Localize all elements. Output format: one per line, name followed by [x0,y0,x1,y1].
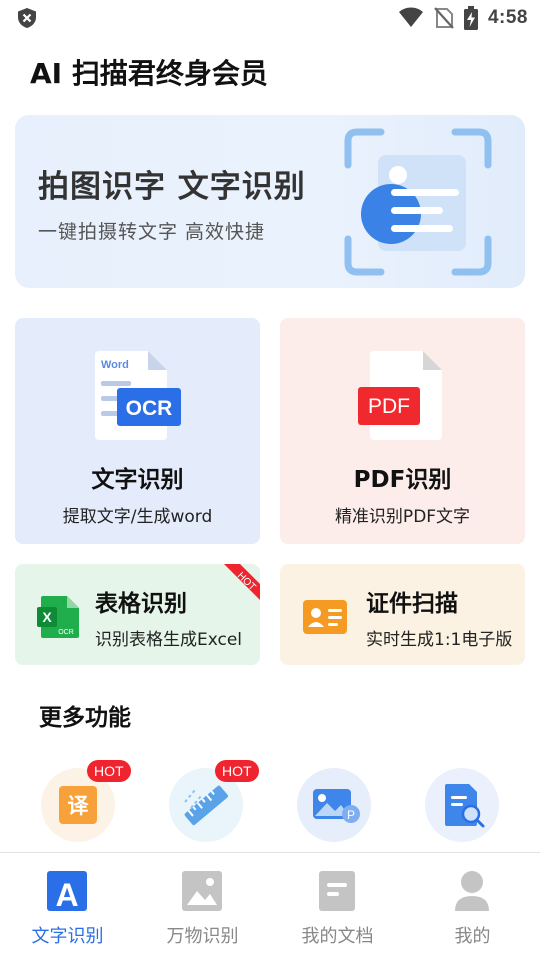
nav-item-my-documents[interactable]: 我的文档 [270,853,405,960]
table-recognition-card[interactable]: X OCR 表格识别 识别表格生成Excel HOT [15,564,260,665]
no-sim-icon [434,7,454,29]
excel-letter: X [42,609,52,625]
image-edit-glyph: P [347,808,355,822]
ocr-badge-text: OCR [126,397,173,420]
pdf-card-title: PDF识别 [353,467,452,493]
person-icon [455,871,489,911]
word-ocr-icon: Word OCR [95,351,181,440]
document-icon [319,871,355,911]
ocr-card-subtitle: 提取文字/生成word [62,507,213,527]
document-search-button[interactable] [425,768,499,842]
banner-subtitle: 一键拍摄转文字 高效快捷 [38,221,266,243]
document-search-icon [445,784,485,828]
hot-badge: HOT [87,760,131,782]
id-card-icon [303,600,347,634]
pdf-badge-text: PDF [368,395,410,418]
table-card-subtitle: 识别表格生成Excel [95,630,243,650]
id-scan-card[interactable]: 证件扫描 实时生成1:1电子版 [280,564,525,665]
page-title: AI 扫描君终身会员 [30,57,268,90]
hot-badge: HOT [215,760,259,782]
id-card-subtitle: 实时生成1:1电子版 [366,630,513,650]
pdf-file-icon: PDF [358,351,442,440]
status-time: 4:58 [487,7,528,28]
image-edit-button[interactable]: P [297,768,371,842]
pdf-card[interactable]: PDF PDF识别 精准识别PDF文字 [280,318,525,544]
nav-item-profile[interactable]: 我的 [405,853,540,960]
wifi-icon [398,7,423,27]
banner-title: 拍图识字 文字识别 [38,169,306,205]
nav-label: 文字识别 [31,926,104,947]
nav-label: 我的文档 [301,926,374,947]
ocr-card[interactable]: Word OCR 文字识别 提取文字/生成word [15,318,260,544]
bottom-nav: A 文字识别 万物识别 我的文档 我的 [0,852,540,960]
image-edit-icon: P [313,789,360,823]
status-bar: 4:58 [0,0,540,36]
nav-item-text-recognition[interactable]: A 文字识别 [0,853,135,960]
battery-charging-icon [463,6,478,30]
hot-ribbon: HOT [224,564,260,600]
excel-ocr-tag: OCR [58,629,74,636]
image-icon [182,871,222,911]
promo-banner[interactable]: 拍图识字 文字识别 一键拍摄转文字 高效快捷 [15,115,525,288]
id-card-title: 证件扫描 [366,591,458,617]
table-card-title: 表格识别 [95,591,187,617]
more-features-title: 更多功能 [39,705,131,731]
pdf-card-subtitle: 精准识别PDF文字 [334,507,471,527]
scan-document-illustration [344,128,492,276]
text-recognition-icon: A [47,871,87,913]
nav-label: 万物识别 [166,926,239,947]
nav-item-object-recognition[interactable]: 万物识别 [135,853,270,960]
word-label: Word [101,359,129,371]
excel-ocr-icon: X OCR [37,596,79,638]
ocr-card-title: 文字识别 [91,467,184,493]
translate-glyph: 译 [68,794,90,818]
nav-text-glyph: A [55,877,78,913]
nav-label: 我的 [454,926,491,947]
shield-icon [18,8,36,28]
